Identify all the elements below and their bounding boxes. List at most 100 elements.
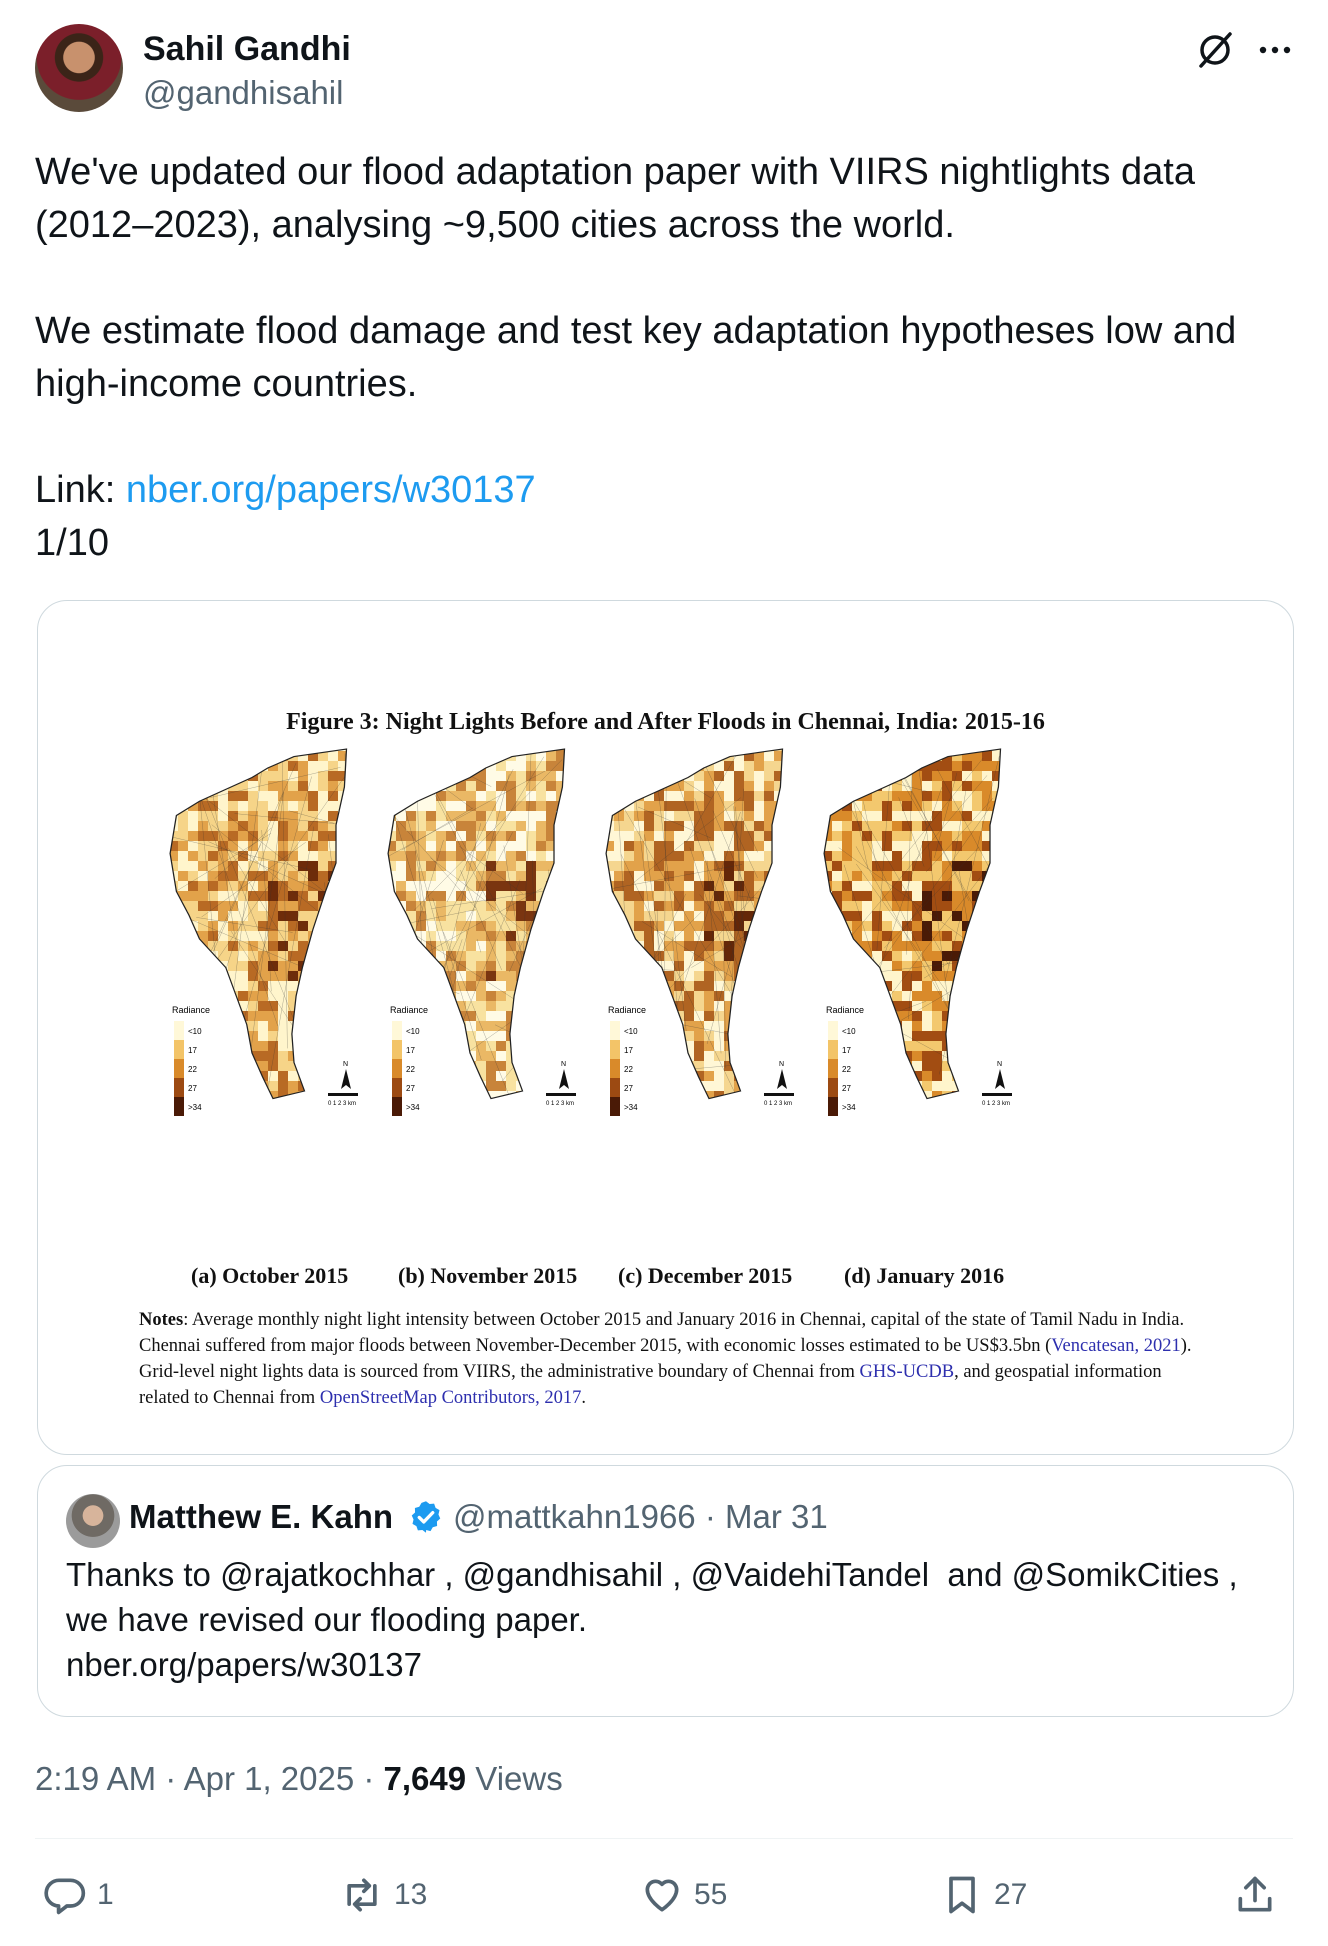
quoted-handle-date: @mattkahn1966 · Mar 31 [453,1498,828,1535]
legend-label: 22 [188,1065,197,1074]
scale-bar [546,1093,576,1096]
author-avatar[interactable] [35,24,123,112]
north-label: N [779,1061,784,1068]
like-count: 55 [694,1878,728,1911]
notes-ref-ghs: GHS-UCDB [859,1362,955,1382]
legend-swatch [174,1059,184,1078]
chennai-map-d: Radiance <10 17 22 27 >34 N 0 1 2 3 km [823,748,1012,1116]
link-prefix: Link: [35,469,126,511]
legend-swatch [392,1059,402,1078]
figure-title: Figure 3: Night Lights Before and After … [286,709,1045,735]
legend-swatch [610,1059,620,1078]
notes-text-4: . [581,1388,586,1408]
legend-label: 27 [406,1084,415,1093]
legend-label: 17 [406,1046,415,1055]
legend-swatch [174,1021,184,1040]
share-icon [1238,1876,1272,1912]
scale-bar [328,1093,358,1096]
north-arrow-icon [995,1069,1005,1089]
grok-icon[interactable] [1193,28,1237,72]
notes-ref-osm: OpenStreetMap Contributors, 2017 [319,1388,582,1408]
legend-swatch [392,1097,402,1116]
legend-swatch [174,1097,184,1116]
legend-title: Radiance [390,1005,428,1015]
like-button[interactable]: 55 [640,1870,727,1920]
legend-swatch [828,1078,838,1097]
figure-notes: Notes: Average monthly night light inten… [139,1307,1199,1411]
views-count: 7,649 [383,1760,467,1797]
legend-label: <10 [842,1027,856,1036]
tweet-meta: 2:19 AM · Apr 1, 2025 · 7,649 Views [35,1760,563,1798]
quoted-tweet[interactable]: Matthew E. Kahn @mattkahn1966 · Mar 31 T… [37,1465,1294,1717]
legend-label: 27 [188,1084,197,1093]
author-name[interactable]: Sahil Gandhi [143,30,351,69]
legend-label: <10 [406,1027,420,1036]
caption-c: (c) December 2015 [618,1263,793,1288]
scale-bar [982,1093,1012,1096]
bookmark-icon [949,1876,975,1914]
thread-counter: 1/10 [35,522,109,564]
heart-icon [645,1879,679,1912]
legend-label: 17 [842,1046,851,1055]
views-label: Views [466,1760,563,1797]
caption-d: (d) January 2016 [844,1263,1005,1288]
map-panels: Radiance <10 17 22 27 >34 N 0 1 2 3 km Radiance <… [38,741,1293,1161]
map-panel-d: Radiance <10 17 22 27 >34 N 0 1 2 3 km [822,741,1092,1161]
legend-swatch [174,1078,184,1097]
legend-title: Radiance [608,1005,646,1015]
caption-a: (a) October 2015 [191,1263,349,1288]
north-arrow-icon [777,1069,787,1089]
reply-count: 1 [97,1878,114,1911]
reply-icon [44,1878,86,1915]
legend-label: <10 [624,1027,638,1036]
repost-icon [347,1878,377,1912]
legend-label: >34 [842,1103,856,1112]
repost-button[interactable]: 13 [340,1870,427,1920]
paper-link[interactable]: nber.org/papers/w30137 [126,469,536,511]
quoted-author-avatar [66,1494,120,1548]
notes-ref-vencatesan: Vencatesan, 2021 [1051,1336,1181,1356]
repost-count: 13 [394,1878,428,1911]
legend-swatch [392,1078,402,1097]
action-bar: 1 13 55 27 [35,1862,1293,1932]
scale-label: 0 1 2 3 km [328,1101,356,1107]
notes-label: Notes [139,1310,184,1330]
tweet-text: We've updated our flood adaptation paper… [35,146,1295,570]
north-arrow-icon [559,1069,569,1089]
legend-swatch [610,1097,620,1116]
more-options-icon[interactable] [1253,28,1297,72]
quoted-text: Thanks to @rajatkochhar , @gandhisahil ,… [66,1556,1238,1683]
tweet-header: Sahil Gandhi @gandhisahil [35,24,1293,120]
share-button[interactable] [1233,1870,1277,1920]
legend-label: 17 [624,1046,633,1055]
divider [35,1838,1293,1839]
legend-title: Radiance [172,1005,210,1015]
legend-swatch [610,1021,620,1040]
tweet-paragraph-2: We estimate flood damage and test key ad… [35,310,1247,405]
reply-button[interactable]: 1 [43,1870,114,1920]
legend-label: 27 [842,1084,851,1093]
legend-swatch [392,1040,402,1059]
tweet-timestamp[interactable]: 2:19 AM · Apr 1, 2025 · [35,1760,384,1797]
legend-label: 22 [624,1065,633,1074]
quoted-author-name: Matthew E. Kahn [129,1498,394,1535]
legend-swatch [610,1040,620,1059]
scale-bar [764,1093,794,1096]
legend-swatch [174,1040,184,1059]
media-image[interactable]: Figure 3: Night Lights Before and After … [37,600,1294,1455]
legend-title: Radiance [826,1005,864,1015]
north-label: N [561,1061,566,1068]
legend-swatch [610,1078,620,1097]
bookmark-count: 27 [994,1878,1028,1911]
north-arrow-icon [341,1069,351,1089]
verified-badge-icon [411,1501,441,1533]
legend-swatch [828,1097,838,1116]
tweet-paragraph-1: We've updated our flood adaptation paper… [35,151,1206,246]
scale-label: 0 1 2 3 km [546,1101,574,1107]
scale-label: 0 1 2 3 km [982,1101,1010,1107]
legend-swatch [828,1040,838,1059]
author-handle[interactable]: @gandhisahil [143,74,343,112]
caption-b: (b) November 2015 [398,1263,578,1288]
legend-swatch [828,1059,838,1078]
bookmark-button[interactable]: 27 [940,1870,1027,1920]
